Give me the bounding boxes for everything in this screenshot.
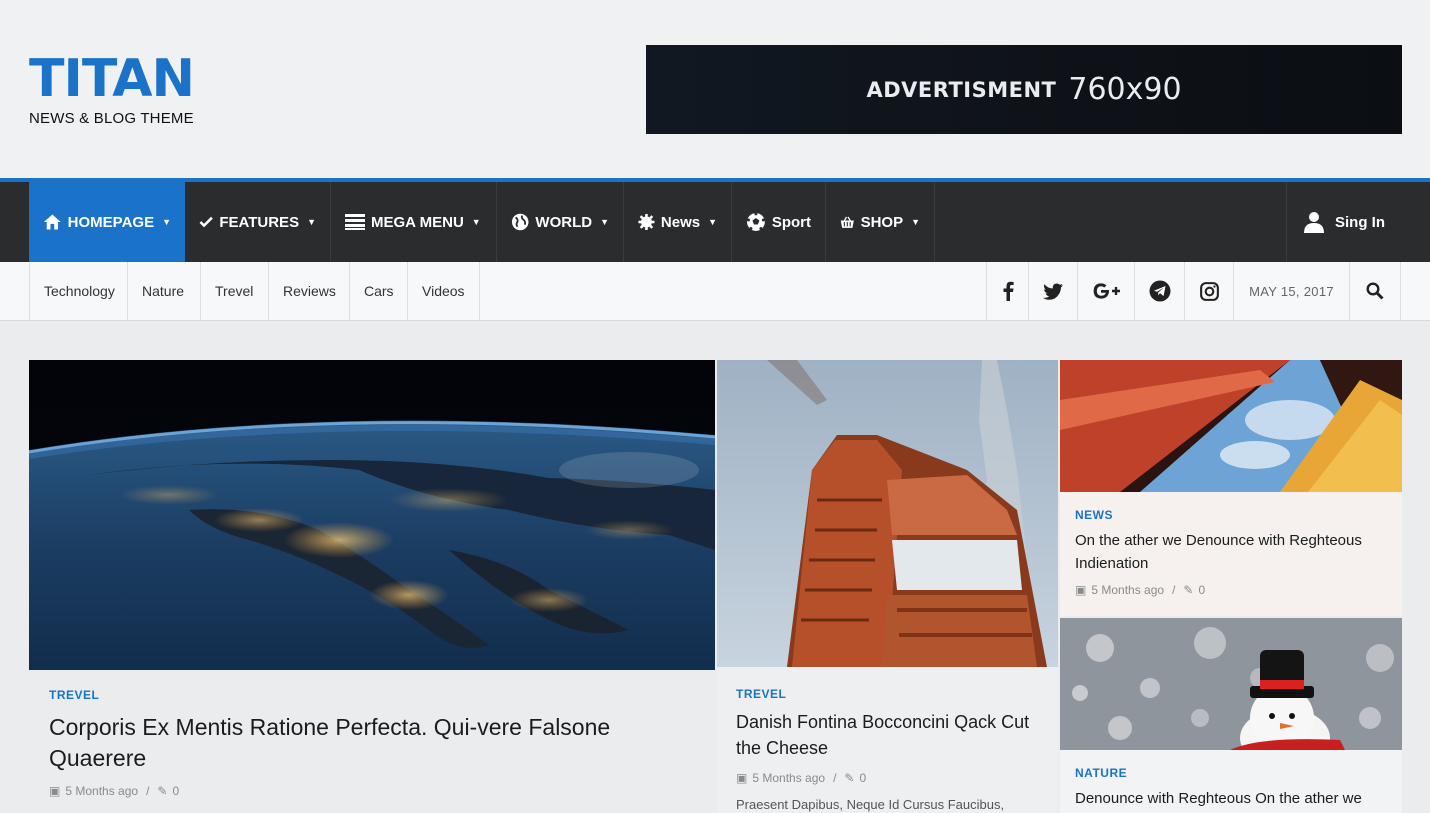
chevron-down-icon: ▼: [162, 217, 171, 227]
basket-icon: [840, 216, 854, 228]
chevron-down-icon: ▼: [600, 217, 609, 227]
main-navigation: HOMEPAGE ▼ FEATURES ▼ MEGA MENU ▼ WORLD …: [0, 178, 1430, 262]
category-subnav: Technology Nature Trevel Reviews Cars Vi…: [0, 262, 1430, 321]
post-comments: 0: [172, 784, 180, 798]
ad-size: 760x90: [1068, 72, 1182, 107]
telegram-link[interactable]: [1134, 262, 1184, 320]
subnav-item-videos[interactable]: Videos: [408, 262, 480, 320]
nav-item-shop[interactable]: SHOP ▼: [826, 182, 935, 262]
subnav-item-trevel[interactable]: Trevel: [201, 262, 269, 320]
sky-structure-image: [1060, 360, 1402, 492]
calendar-icon: ▣: [49, 784, 61, 798]
post-meta: ▣ 5 Months ago / ✎ 0: [736, 771, 1039, 785]
subnav-item-technology[interactable]: Technology: [29, 262, 128, 320]
post-card[interactable]: TREVEL Danish Fontina Bocconcini Qack Cu…: [717, 360, 1058, 813]
nav-label: Sport: [771, 213, 811, 231]
nav-label: WORLD: [535, 213, 593, 231]
google-plus-icon: [1093, 283, 1120, 299]
chevron-down-icon: ▼: [471, 217, 481, 227]
post-category[interactable]: TREVEL: [736, 687, 1039, 701]
meta-separator: /: [833, 771, 837, 785]
bridge-image: [717, 360, 1058, 667]
check-icon: [199, 216, 213, 228]
nav-item-news[interactable]: News ▼: [624, 182, 732, 262]
post-comments: 0: [1198, 583, 1206, 597]
post-time: 5 Months ago: [1091, 583, 1165, 597]
ad-text: ADVERTISMENT: [866, 77, 1057, 102]
subnav-item-cars[interactable]: Cars: [350, 262, 408, 320]
twitter-icon: [1043, 283, 1063, 300]
comment-icon: ✎: [1183, 583, 1194, 597]
site-logo[interactable]: TITAN NEWS & BLOG THEME: [29, 50, 195, 127]
post-meta: ▣ 5 Months ago / ✎ 0: [1075, 583, 1387, 597]
post-body: NATURE Denounce with Reghteous On the at…: [1060, 750, 1402, 813]
nav-label: FEATURES: [219, 213, 300, 231]
chevron-down-icon: ▼: [708, 217, 717, 227]
home-icon: [43, 214, 61, 230]
advertisement-banner[interactable]: ADVERTISMENT 760x90: [646, 45, 1402, 134]
telegram-icon: [1149, 280, 1170, 302]
nav-label: MEGA MENU: [371, 213, 464, 231]
chevron-down-icon: ▼: [307, 217, 316, 227]
nav-item-world[interactable]: WORLD ▼: [497, 182, 624, 262]
logo-tagline: NEWS & BLOG THEME: [29, 110, 194, 127]
post-card[interactable]: NATURE Denounce with Reghteous On the at…: [1060, 618, 1402, 813]
featured-post-card[interactable]: TREVEL Corporis Ex Mentis Ratione Perfec…: [29, 360, 715, 813]
nav-label: SHOP: [860, 213, 904, 231]
post-category[interactable]: TREVEL: [49, 688, 695, 702]
chevron-down-icon: ▼: [911, 217, 920, 227]
facebook-link[interactable]: [986, 262, 1028, 320]
meta-separator: /: [1172, 583, 1176, 597]
user-icon: [1304, 212, 1324, 233]
subnav-item-nature[interactable]: Nature: [128, 262, 201, 320]
post-comments: 0: [859, 771, 867, 785]
sign-in-button[interactable]: Sing In: [1286, 182, 1401, 262]
nav-label: HOMEPAGE: [67, 213, 155, 231]
globe-icon: [511, 213, 529, 231]
facebook-icon: [1003, 281, 1014, 301]
comment-icon: ✎: [157, 784, 168, 798]
earth-image: [29, 360, 715, 670]
soccer-ball-icon: [746, 212, 765, 231]
post-time: 5 Months ago: [65, 784, 139, 798]
site-header: TITAN NEWS & BLOG THEME ADVERTISMENT 760…: [0, 0, 1430, 178]
meta-separator: /: [146, 784, 150, 798]
snowman-image: [1060, 618, 1402, 750]
featured-post-body: TREVEL Corporis Ex Mentis Ratione Perfec…: [29, 670, 715, 813]
google-plus-link[interactable]: [1077, 262, 1134, 320]
nav-item-sport[interactable]: Sport: [732, 182, 826, 262]
post-title[interactable]: Denounce with Reghteous On the ather we: [1075, 787, 1387, 810]
post-title[interactable]: On the ather we Denounce with Reghteous …: [1075, 529, 1387, 575]
post-card[interactable]: NEWS On the ather we Denounce with Reght…: [1060, 360, 1402, 616]
list-icon: [345, 214, 365, 230]
calendar-icon: ▣: [1075, 583, 1087, 597]
nav-item-features[interactable]: FEATURES ▼: [185, 182, 331, 262]
post-title[interactable]: Corporis Ex Mentis Ratione Perfecta. Qui…: [49, 712, 649, 774]
sign-in-label: Sing In: [1335, 213, 1385, 231]
search-button[interactable]: [1349, 262, 1401, 320]
post-title[interactable]: Danish Fontina Bocconcini Qack Cut the C…: [736, 709, 1039, 761]
post-excerpt: Praesent Dapibus, Neque Id Cursus Faucib…: [736, 797, 1005, 813]
post-meta: ▣ 5 Months ago / ✎ 0: [49, 784, 695, 798]
twitter-link[interactable]: [1028, 262, 1077, 320]
nav-item-homepage[interactable]: HOMEPAGE ▼: [29, 182, 185, 262]
post-body: TREVEL Danish Fontina Bocconcini Qack Cu…: [717, 667, 1058, 813]
post-category[interactable]: NEWS: [1075, 508, 1387, 522]
nav-item-mega-menu[interactable]: MEGA MENU ▼: [331, 182, 497, 262]
post-body: NEWS On the ather we Denounce with Reght…: [1060, 492, 1402, 616]
logo-title[interactable]: TITAN: [29, 50, 195, 108]
calendar-icon: ▣: [736, 771, 748, 785]
instagram-link[interactable]: [1184, 262, 1233, 320]
current-date: MAY 15, 2017: [1233, 262, 1349, 320]
subnav-item-reviews[interactable]: Reviews: [269, 262, 350, 320]
nav-label: News: [660, 213, 701, 231]
comment-icon: ✎: [844, 771, 855, 785]
post-category[interactable]: NATURE: [1075, 766, 1387, 780]
search-icon: [1366, 282, 1384, 300]
post-time: 5 Months ago: [752, 771, 826, 785]
gear-icon: [638, 213, 655, 231]
instagram-icon: [1199, 281, 1219, 301]
